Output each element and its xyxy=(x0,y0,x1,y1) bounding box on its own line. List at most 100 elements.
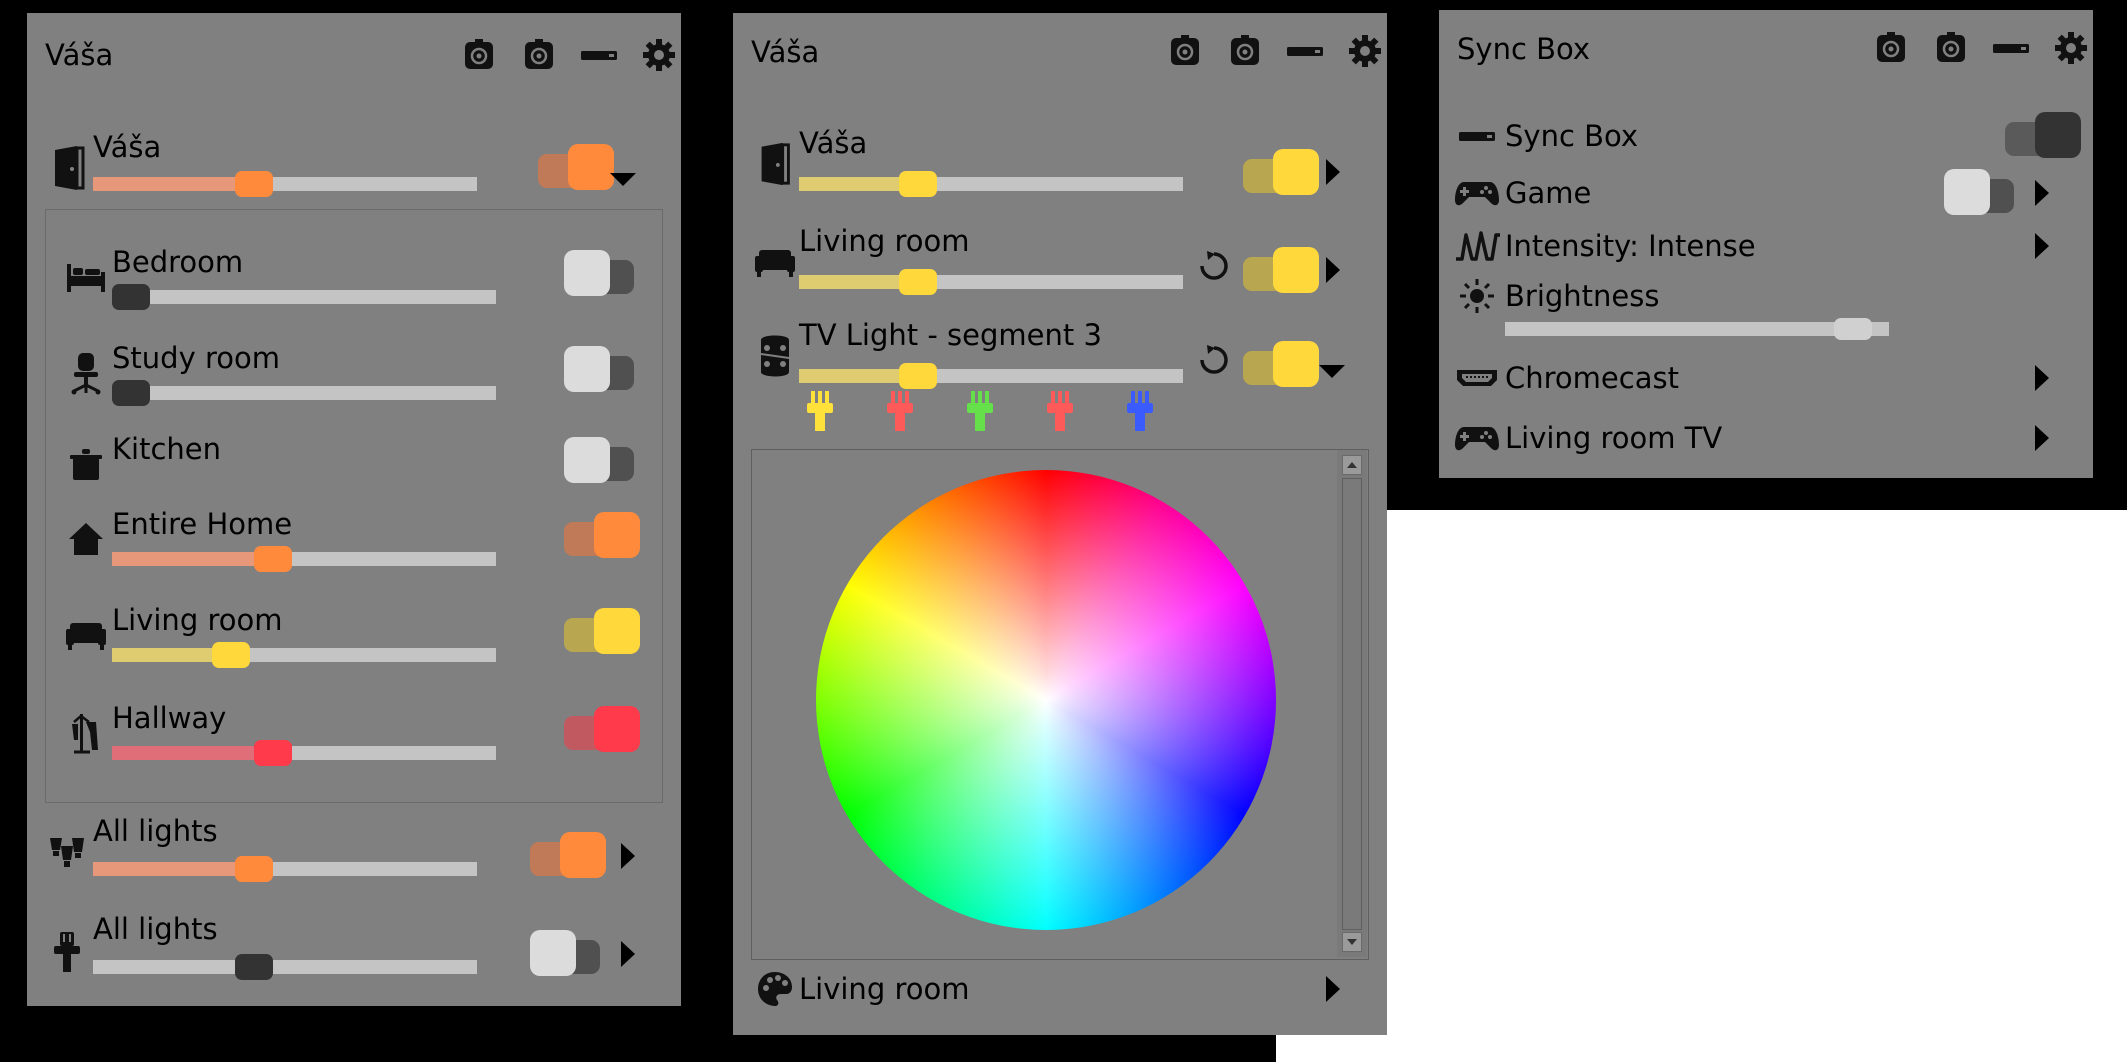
chevron-right-icon[interactable] xyxy=(1326,159,1340,185)
pot-icon xyxy=(64,441,108,487)
toggle-thumb[interactable] xyxy=(560,832,606,878)
row-label: Brightness xyxy=(1505,279,1660,313)
color-preset-brush-icon[interactable] xyxy=(885,389,915,433)
scene-label: Living room xyxy=(799,972,970,1006)
hue-bridge-icon[interactable] xyxy=(1931,28,1971,68)
toggle-thumb[interactable] xyxy=(594,706,640,752)
chevron-right-icon[interactable] xyxy=(1326,976,1340,1002)
toggle-thumb[interactable] xyxy=(2035,112,2081,158)
brightness-slider[interactable] xyxy=(112,284,496,310)
power-toggle[interactable] xyxy=(1944,169,2020,215)
chevron-right-icon[interactable] xyxy=(2035,233,2049,259)
toggle-thumb[interactable] xyxy=(1273,247,1319,293)
brightness-slider[interactable] xyxy=(799,363,1183,389)
slider-knob[interactable] xyxy=(1833,318,1872,340)
gear-icon[interactable] xyxy=(639,35,679,75)
chevron-down-icon[interactable] xyxy=(1319,365,1345,378)
slider-fill xyxy=(1505,322,1834,336)
brightness-slider[interactable] xyxy=(93,171,477,197)
gear-icon[interactable] xyxy=(2051,28,2091,68)
power-toggle[interactable] xyxy=(538,144,614,190)
slider-knob[interactable] xyxy=(234,954,273,980)
color-wheel[interactable] xyxy=(816,470,1276,930)
sync-box-icon[interactable] xyxy=(1285,31,1325,71)
toggle-thumb[interactable] xyxy=(1273,149,1319,195)
slider-knob[interactable] xyxy=(234,856,273,882)
hdmi-icon xyxy=(1453,356,1501,400)
slider-knob[interactable] xyxy=(234,171,273,197)
hue-bridge-icon[interactable] xyxy=(459,35,499,75)
toggle-thumb[interactable] xyxy=(564,437,610,483)
power-toggle[interactable] xyxy=(564,706,640,752)
scroll-up-button[interactable] xyxy=(1342,455,1362,475)
power-toggle[interactable] xyxy=(530,832,606,878)
panel-vasa-lights: Váša Living room Váša Living room TV Light… xyxy=(733,13,1387,1035)
power-toggle[interactable] xyxy=(564,512,640,558)
hue-bridge-icon[interactable] xyxy=(1225,31,1265,71)
brightness-slider[interactable] xyxy=(1505,318,1889,340)
sofa-icon xyxy=(64,612,108,658)
sync-box-icon[interactable] xyxy=(1991,28,2031,68)
hue-bridge-icon[interactable] xyxy=(1871,28,1911,68)
chevron-right-icon[interactable] xyxy=(2035,365,2049,391)
slider-knob[interactable] xyxy=(212,642,251,668)
chevron-right-icon[interactable] xyxy=(2035,180,2049,206)
brightness-slider[interactable] xyxy=(799,269,1183,295)
brightness-slider[interactable] xyxy=(93,954,477,980)
gamepad-icon xyxy=(1453,416,1501,460)
power-toggle[interactable] xyxy=(1243,341,1319,387)
slider-knob[interactable] xyxy=(899,363,938,389)
power-toggle[interactable] xyxy=(564,437,640,483)
chevron-down-icon[interactable] xyxy=(610,173,636,186)
room-label: Hallway xyxy=(112,701,227,735)
toggle-thumb[interactable] xyxy=(564,346,610,392)
power-toggle[interactable] xyxy=(1243,149,1319,195)
brightness-slider[interactable] xyxy=(799,171,1183,197)
slider-knob[interactable] xyxy=(899,269,938,295)
gear-icon[interactable] xyxy=(1345,31,1385,71)
toggle-thumb[interactable] xyxy=(594,608,640,654)
toggle-thumb[interactable] xyxy=(568,144,614,190)
brightness-slider[interactable] xyxy=(112,546,496,572)
chevron-right-icon[interactable] xyxy=(1326,257,1340,283)
power-toggle[interactable] xyxy=(1243,247,1319,293)
toggle-thumb[interactable] xyxy=(564,250,610,296)
slider-knob[interactable] xyxy=(112,380,150,406)
chevron-right-icon[interactable] xyxy=(2035,425,2049,451)
sync-box-icon[interactable] xyxy=(579,35,619,75)
toggle-thumb[interactable] xyxy=(1273,341,1319,387)
room-label: Living room xyxy=(112,603,283,637)
slider-knob[interactable] xyxy=(899,171,938,197)
slider-knob[interactable] xyxy=(112,284,150,310)
scrollbar[interactable] xyxy=(1337,450,1367,957)
power-toggle[interactable] xyxy=(564,250,640,296)
toggle-thumb[interactable] xyxy=(594,512,640,558)
slider-knob[interactable] xyxy=(253,740,292,766)
power-toggle[interactable] xyxy=(530,930,606,976)
power-toggle[interactable] xyxy=(2005,112,2081,158)
refresh-icon[interactable] xyxy=(1195,341,1233,379)
color-preset-brush-icon[interactable] xyxy=(1125,389,1155,433)
color-preset-brush-icon[interactable] xyxy=(1045,389,1075,433)
scroll-down-button[interactable] xyxy=(1342,932,1362,952)
toggle-thumb[interactable] xyxy=(1944,169,1990,215)
color-preset-brush-icon[interactable] xyxy=(805,389,835,433)
slider-knob[interactable] xyxy=(253,546,292,572)
refresh-icon[interactable] xyxy=(1195,247,1233,285)
brightness-slider[interactable] xyxy=(93,856,477,882)
hue-bridge-icon[interactable] xyxy=(1165,31,1205,71)
chevron-right-icon[interactable] xyxy=(621,941,635,967)
brightness-slider[interactable] xyxy=(112,380,496,406)
power-toggle[interactable] xyxy=(564,346,640,392)
toggle-thumb[interactable] xyxy=(530,930,576,976)
color-preset-brush-icon[interactable] xyxy=(965,389,995,433)
rooms-list: Bedroom Study room Kitchen Entire Home Livin… xyxy=(45,209,663,803)
scroll-track[interactable] xyxy=(1342,478,1362,930)
chevron-right-icon[interactable] xyxy=(621,843,635,869)
row-label: Váša xyxy=(799,126,868,160)
brightness-slider[interactable] xyxy=(112,642,496,668)
hue-bridge-icon[interactable] xyxy=(519,35,559,75)
brightness-slider[interactable] xyxy=(112,740,496,766)
wave-icon xyxy=(1453,224,1501,268)
power-toggle[interactable] xyxy=(564,608,640,654)
